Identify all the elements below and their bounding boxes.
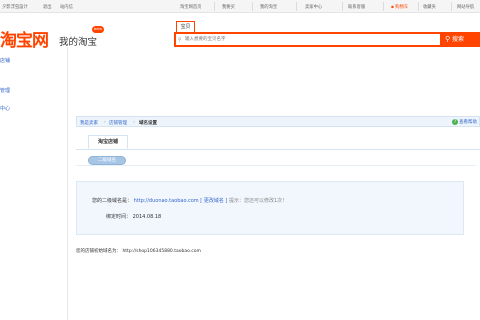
- domain-url-link[interactable]: http://duonao.taobao.com: [134, 198, 199, 204]
- breadcrumb: 我是卖家 › 店铺管理 › 域名设置 ? 查看帮助: [76, 116, 480, 127]
- taobao-home-link[interactable]: 淘宝网首页: [180, 4, 201, 10]
- change-limit-tip: 提示：您还可以修改1次！: [228, 198, 288, 204]
- messages-link[interactable]: 站内信: [60, 4, 73, 10]
- bind-time-row: 绑定时间： 2014.08.18: [106, 213, 161, 220]
- bind-time-value: 2014.08.18: [132, 214, 162, 220]
- seller-center-menu[interactable]: 卖家中心: [305, 4, 322, 10]
- change-domain-link[interactable]: [ 更改域名 ]: [200, 198, 227, 204]
- my-taobao-menu[interactable]: 我的淘宝: [260, 4, 277, 10]
- search-box: ⚲: [174, 32, 442, 47]
- search-input[interactable]: [176, 34, 440, 45]
- breadcrumb-separator: ›: [104, 119, 106, 125]
- divider: [214, 2, 215, 11]
- username-link[interactable]: 夕影浮虫設计: [2, 4, 28, 10]
- sidebar-item-center[interactable]: 中心: [0, 105, 10, 112]
- divider: [451, 2, 452, 11]
- my-taobao-title: 我的淘宝: [59, 37, 98, 48]
- cart-link[interactable]: ▪ 购物车: [391, 4, 408, 10]
- help-icon: ?: [452, 119, 458, 125]
- left-sidebar: 店铺 管理 中心: [0, 47, 68, 320]
- cart-icon: ▪: [391, 4, 394, 10]
- magnifier-icon: ⚲: [445, 35, 451, 43]
- divider: [418, 2, 419, 11]
- sidebar-item-shop[interactable]: 店铺: [0, 57, 10, 64]
- domain-info-panel: 您的二级域名是： http://duonao.taobao.com [ 更改域名…: [76, 181, 464, 235]
- help-link[interactable]: ? 查看帮助: [452, 119, 477, 125]
- bind-time-label: 绑定时间：: [106, 214, 132, 220]
- tab-divider: [76, 149, 480, 150]
- search-button[interactable]: ⚲ 搜索: [442, 32, 480, 47]
- breadcrumb-shop-manage[interactable]: 店铺管理: [109, 121, 127, 126]
- domain-label: 您的二级域名是：: [92, 198, 133, 204]
- divider: [383, 2, 384, 11]
- domain-row: 您的二级域名是： http://duonao.taobao.com [ 更改域名…: [92, 197, 287, 204]
- subtab-divider: [76, 165, 476, 166]
- default-domain-label: 您的店铺初始域名为：: [76, 249, 121, 254]
- breadcrumb-current: 域名设置: [139, 120, 157, 126]
- search-tab-items[interactable]: 宝贝: [176, 21, 195, 32]
- search-button-label: 搜索: [452, 36, 465, 43]
- sidebar-divider: [67, 47, 68, 320]
- site-top-bar: 夕影浮虫設计 退出 站内信 淘宝网首页 我要买 我的淘宝 卖家中心 联系客服 ▪…: [0, 0, 480, 13]
- help-label: 查看帮助: [459, 120, 477, 125]
- divider: [342, 2, 343, 11]
- divider: [252, 2, 253, 11]
- breadcrumb-seller[interactable]: 我是卖家: [80, 121, 98, 126]
- divider: [296, 2, 297, 11]
- beta-badge: beta: [92, 26, 104, 33]
- default-domain-url[interactable]: http://shop106345880.taobao.com: [122, 249, 200, 254]
- logout-link[interactable]: 退出: [43, 4, 52, 10]
- cart-label: 购物车: [395, 4, 409, 10]
- buy-menu[interactable]: 我要买: [222, 4, 235, 10]
- site-nav-menu[interactable]: 网站导航: [457, 4, 474, 10]
- sidebar-item-manage[interactable]: 管理: [0, 87, 10, 94]
- tab-taobao-shop[interactable]: 淘宝店铺: [88, 135, 128, 149]
- default-domain-row: 您的店铺初始域名为： http://shop106345880.taobao.c…: [76, 248, 201, 254]
- page: 夕影浮虫設计 退出 站内信 淘宝网首页 我要买 我的淘宝 卖家中心 联系客服 ▪…: [0, 0, 480, 320]
- breadcrumb-separator: ›: [133, 119, 135, 125]
- customer-service-link[interactable]: 联系客服: [348, 4, 365, 10]
- subtab-second-level-domain[interactable]: 二级域名: [88, 156, 126, 165]
- favorites-menu[interactable]: 收藏夹: [423, 4, 436, 10]
